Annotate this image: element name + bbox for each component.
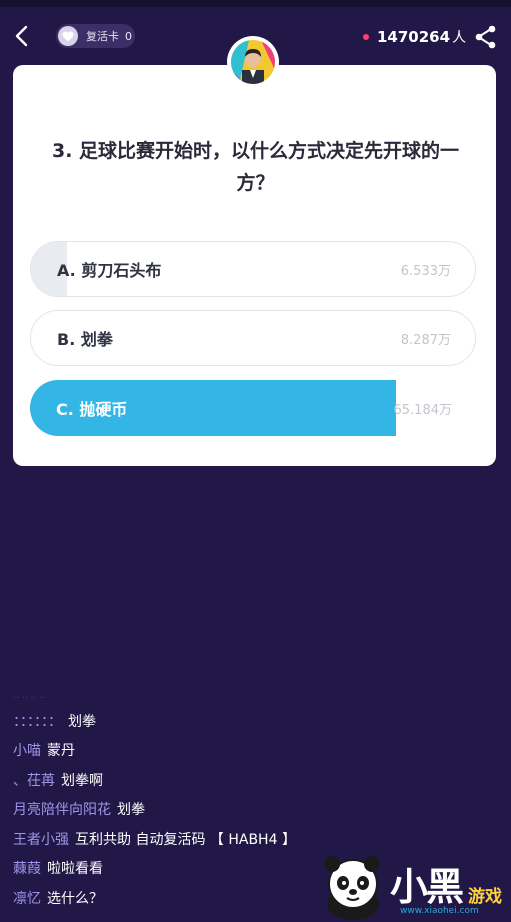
watermark-brand: 小黑: [390, 865, 464, 909]
chat-text: 划拳: [68, 713, 96, 730]
host-avatar[interactable]: [227, 36, 279, 88]
chat-username[interactable]: 小喵: [13, 740, 41, 760]
host-avatar-image: [231, 40, 275, 84]
chat-message: 、茌苒 划拳啊: [13, 765, 413, 795]
chat-message: 月亮陪伴向阳花 划拳: [13, 795, 413, 825]
site-watermark: 小黑 游戏 www.xiaohei.com: [318, 852, 511, 922]
watermark-url: www.xiaohei.com: [400, 906, 479, 916]
heart-icon: [58, 26, 78, 46]
chat-faded-line: ‥‥‥‥: [13, 690, 48, 701]
back-button[interactable]: [8, 22, 36, 50]
revive-card-badge[interactable]: 复活卡 0: [56, 24, 135, 48]
panda-logo-icon: [324, 856, 380, 920]
chat-username[interactable]: 月亮陪伴向阳花: [13, 799, 111, 819]
chat-text: 划拳啊: [61, 772, 103, 789]
option-a[interactable]: A. 剪刀石头布 6.533万: [30, 241, 476, 297]
question-text: 3. 足球比赛开始时，以什么方式决定先开球的一方？: [51, 140, 460, 194]
chat-username[interactable]: 蕀葭: [13, 858, 41, 878]
chat-message: 王者小强 互利共助 自动复活码 【 HABH4 】: [13, 824, 413, 854]
chat-username[interactable]: 王者小强: [13, 829, 69, 849]
status-strip: [0, 0, 511, 7]
option-c[interactable]: C. 抛硬币 65.184万: [30, 380, 476, 436]
option-a-label: A. 剪刀石头布: [57, 261, 162, 280]
option-b-count: 8.287万: [400, 332, 451, 348]
share-icon: [475, 25, 496, 49]
option-c-count: 65.184万: [393, 402, 453, 418]
revive-card-count: 0: [125, 29, 132, 43]
chevron-left-icon: [15, 25, 28, 47]
revive-card-label: 复活卡: [86, 30, 119, 43]
chat-message: 小喵 蒙丹: [13, 736, 413, 766]
viewer-count: 1470264 人: [363, 26, 466, 48]
chat-username[interactable]: 、茌苒: [13, 770, 55, 790]
chat-username[interactable]: ：：：：：：: [13, 711, 62, 731]
option-c-label: C. 抛硬币: [56, 400, 128, 419]
viewer-count-unit: 人: [452, 30, 467, 46]
chat-text: 划拳: [117, 802, 145, 819]
chat-text: 蒙丹: [47, 743, 75, 760]
chat-username[interactable]: 凛忆: [13, 888, 41, 908]
option-b[interactable]: B. 划拳 8.287万: [30, 310, 476, 366]
live-dot-icon: [363, 34, 369, 40]
share-button[interactable]: [473, 24, 499, 50]
chat-text: 互利共助 自动复活码 【 HABH4 】: [75, 831, 296, 848]
option-b-label: B. 划拳: [57, 330, 113, 349]
chat-text: 选什么？: [47, 890, 103, 907]
chat-message: ：：：：：： 划拳: [13, 706, 413, 736]
option-a-count: 6.533万: [400, 263, 451, 279]
question-card: 3. 足球比赛开始时，以什么方式决定先开球的一方？ A. 剪刀石头布 6.533…: [13, 65, 496, 466]
watermark-sub: 游戏: [468, 887, 502, 907]
quiz-live-screen: 复活卡 0 1470264 人 3. 足球比赛开始时，以什么方式决定先开球的一方…: [0, 0, 511, 922]
viewer-count-number: 1470264: [377, 28, 451, 46]
chat-text: 啦啦看看: [47, 861, 103, 878]
